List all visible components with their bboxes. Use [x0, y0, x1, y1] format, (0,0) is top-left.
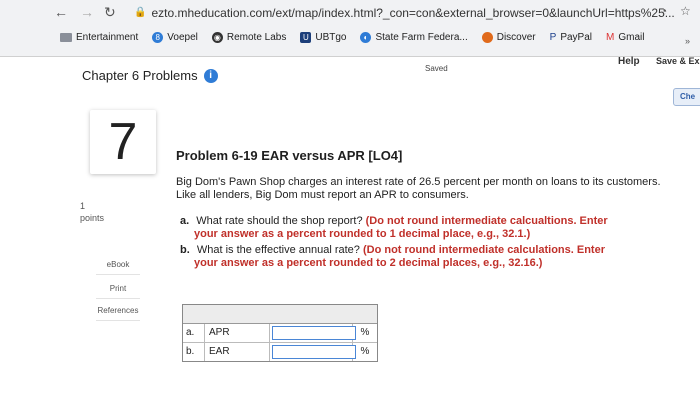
info-icon[interactable]: i	[203, 68, 218, 83]
question-b-text: What is the effective annual rate?	[196, 244, 360, 256]
question-b-instruction: (Do not round intermediate calculations.…	[362, 244, 605, 256]
folder-icon	[60, 33, 72, 42]
answer-table-header	[183, 305, 377, 324]
question-b-letter: b.	[180, 244, 190, 256]
bookmark-voepel[interactable]: 8 Voepel	[152, 32, 198, 43]
points-value: 1	[80, 201, 86, 211]
bookmark-paypal[interactable]: P PayPal	[550, 32, 592, 43]
remote-labs-icon: ◉	[211, 32, 223, 43]
problem-statement: Big Dom's Pawn Shop charges an interest …	[176, 176, 661, 201]
question-a-instruction: (Do not round intermediate calcualtions.…	[365, 215, 608, 227]
bookmark-state-farm[interactable]: ◐ State Farm Federa...	[360, 32, 468, 43]
ear-input[interactable]	[272, 345, 356, 359]
print-button[interactable]: Print	[92, 282, 144, 299]
ebook-button[interactable]: eBook	[92, 258, 144, 275]
question-a-letter: a.	[180, 215, 190, 227]
bookmark-discover[interactable]: Discover	[481, 32, 536, 43]
problem-title: Problem 6-19 EAR versus APR [LO4]	[176, 148, 403, 163]
bookmark-entertainment[interactable]: Entertainment	[60, 32, 138, 43]
question-b-instruction-cont: your answer as a percent rounded to 2 de…	[194, 257, 543, 269]
browser-chrome: ← → ↻ 🔒 ezto.mheducation.com/ext/map/ind…	[0, 0, 700, 57]
question-a-instruction-cont: your answer as a percent rounded to 1 de…	[194, 228, 531, 240]
extension-icon[interactable]: ◔	[660, 4, 667, 18]
row-label: APR	[205, 324, 270, 342]
forward-icon[interactable]: →	[80, 4, 94, 20]
saved-status: Saved	[425, 64, 448, 73]
lock-icon: 🔒	[134, 7, 147, 18]
reload-icon[interactable]: ↻	[104, 4, 116, 21]
points-label: points	[80, 213, 105, 223]
bookmarks-overflow-icon[interactable]: »	[685, 36, 690, 46]
question-a: a. What rate should the shop report? (Do…	[180, 215, 660, 241]
answer-row-ear: b. EAR %	[183, 343, 377, 361]
question-a-text: What rate should the shop report?	[196, 215, 363, 227]
bookmark-remote-labs[interactable]: ◉ Remote Labs	[211, 32, 286, 43]
page-title: Chapter 6 Problems i	[82, 68, 218, 83]
save-exit-button[interactable]: Save & Ex	[656, 56, 700, 66]
bookmark-star-icon[interactable]: ☆	[680, 4, 691, 18]
address-bar[interactable]: 🔒 ezto.mheducation.com/ext/map/index.htm…	[134, 3, 674, 22]
bookmark-gmail[interactable]: M Gmail	[606, 32, 644, 43]
voepel-icon: 8	[152, 32, 164, 43]
row-label: EAR	[205, 343, 270, 361]
bookmarks-bar: Entertainment 8 Voepel ◉ Remote Labs U U…	[60, 32, 644, 43]
row-letter: b.	[183, 343, 205, 361]
references-button[interactable]: References	[92, 304, 144, 321]
apr-input[interactable]	[272, 326, 356, 340]
answer-row-apr: a. APR %	[183, 324, 377, 343]
question-b: b. What is the effective annual rate? (D…	[180, 244, 660, 270]
check-my-work-button[interactable]: Che	[673, 88, 700, 106]
answer-table: a. APR % b. EAR %	[182, 304, 378, 362]
help-button[interactable]: Help	[618, 56, 640, 67]
question-number: 7	[90, 110, 156, 174]
discover-icon	[481, 32, 493, 43]
points: 1 points	[80, 200, 104, 224]
row-letter: a.	[183, 324, 205, 342]
url-text: ezto.mheducation.com/ext/map/index.html?…	[151, 5, 674, 20]
bookmark-ubtgo[interactable]: U UBTgo	[300, 32, 346, 43]
ubtgo-icon: U	[300, 32, 312, 43]
paypal-icon: P	[549, 32, 557, 43]
back-icon[interactable]: ←	[54, 4, 68, 20]
gmail-icon: M	[606, 32, 615, 43]
state-farm-icon: ◐	[360, 32, 372, 43]
